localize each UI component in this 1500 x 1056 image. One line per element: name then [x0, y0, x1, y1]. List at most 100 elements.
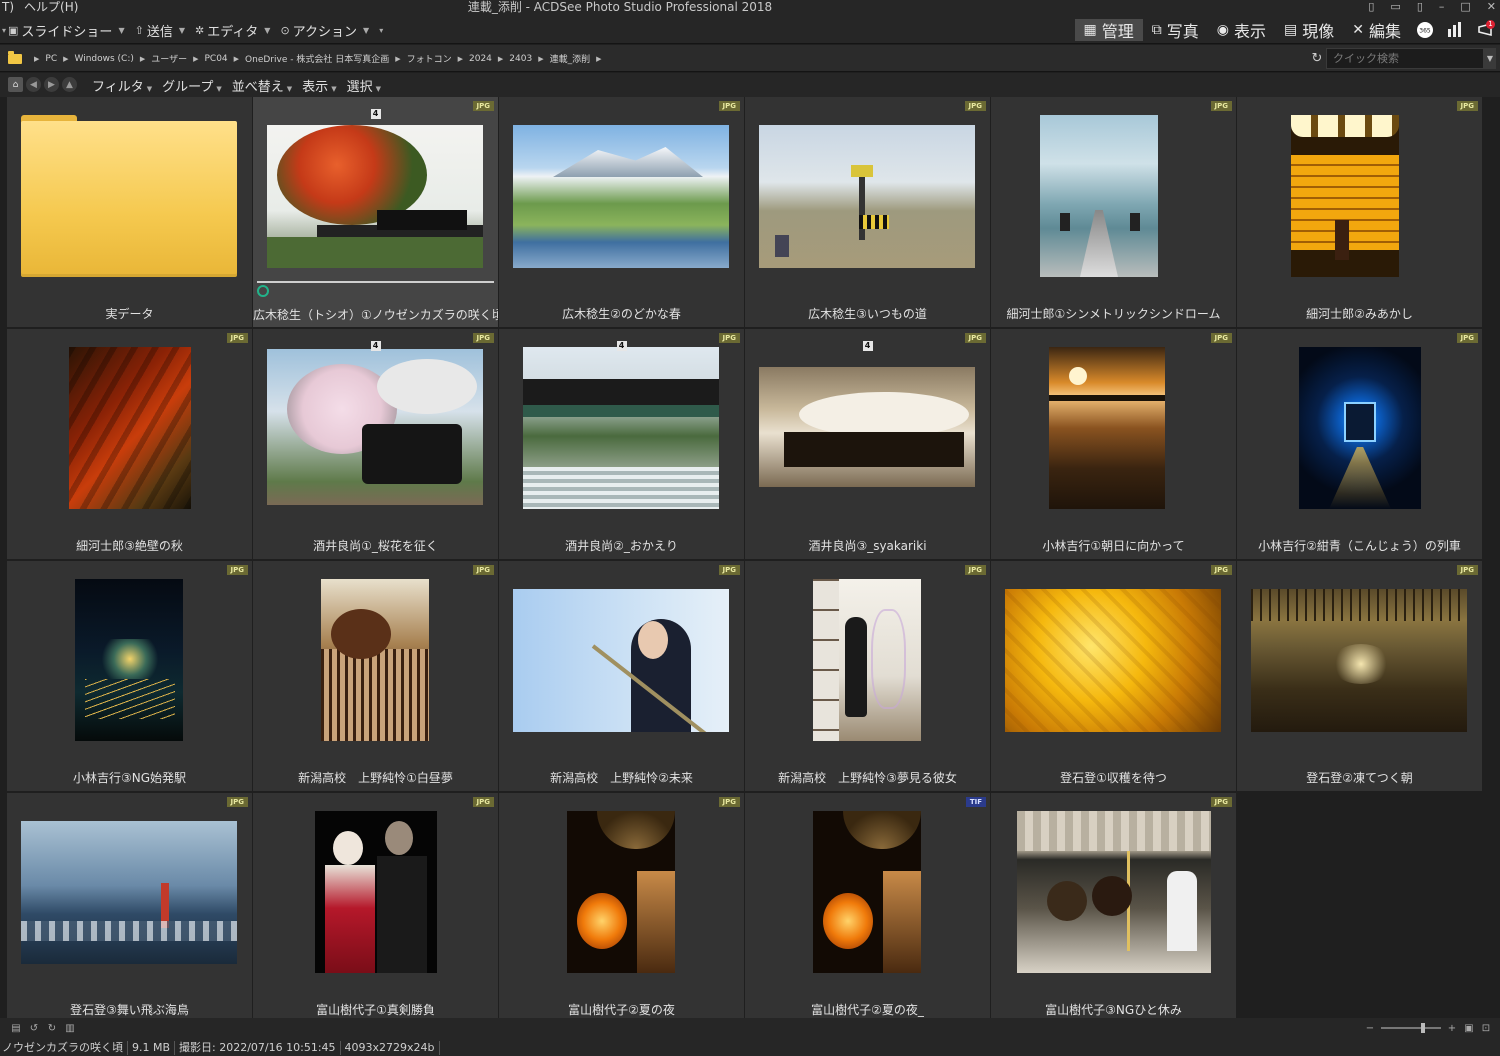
photo-thumbnail[interactable]: JPG 富山樹代子③NGひと休み: [991, 793, 1236, 1018]
breadcrumb-item[interactable]: フォトコン: [407, 52, 452, 65]
photo-thumbnail[interactable]: JPG 富山樹代子②夏の夜: [499, 793, 744, 1018]
photo-thumbnail[interactable]: JPG 登石登②凍てつく朝: [1237, 561, 1482, 791]
chevron-right-icon[interactable]: ▶: [63, 55, 68, 63]
rotate-right-icon[interactable]: ↻: [46, 1022, 58, 1034]
breadcrumb-item-current[interactable]: 連載_添削: [550, 52, 591, 65]
photo-thumbnail[interactable]: JPG 広木稔生②のどかな春: [499, 97, 744, 327]
breadcrumb-item[interactable]: Windows (C:): [75, 54, 134, 64]
photo-thumbnail[interactable]: JPG 細河士郎②みあかし: [1237, 97, 1482, 327]
mode-view-button[interactable]: ◉ 表示: [1208, 19, 1275, 41]
photo-thumbnail[interactable]: JPG 4 広木稔生（トシオ）①ノウゼンカズラの咲く頃: [253, 97, 498, 327]
sort-menu[interactable]: 並べ替え ▼: [232, 76, 292, 95]
filter-menu[interactable]: フィルタ ▼: [92, 76, 152, 95]
chevron-down-icon: ▼: [118, 25, 125, 35]
mode-manage-button[interactable]: ▦ 管理: [1074, 19, 1143, 41]
photo-thumbnail[interactable]: JPG 4 酒井良尚③_syakariki: [745, 329, 990, 559]
photo-thumbnail[interactable]: JPG 登石登③舞い飛ぶ海鳥: [7, 793, 252, 1018]
select-menu[interactable]: 選択 ▼: [347, 76, 381, 95]
chevron-right-icon[interactable]: ▶: [234, 55, 239, 63]
zoom-in-icon[interactable]: +: [1446, 1022, 1458, 1034]
file-type-badge: JPG: [226, 797, 248, 807]
chevron-right-icon[interactable]: ▶: [596, 55, 601, 63]
toolbar-more-caret[interactable]: ▾: [379, 26, 383, 35]
group-menu[interactable]: グループ ▼: [162, 76, 222, 95]
slideshow-button[interactable]: ▣ スライドショー ▼: [8, 21, 125, 40]
search-dropdown-button[interactable]: ▼: [1484, 48, 1496, 69]
thumbnail-size-slider[interactable]: [1381, 1023, 1441, 1033]
chevron-right-icon[interactable]: ▶: [395, 55, 400, 63]
photo-thumbnail[interactable]: JPG 小林吉行③NG始発駅: [7, 561, 252, 791]
develop-icon: ▤: [1284, 22, 1298, 38]
import-icon[interactable]: ▤: [10, 1022, 22, 1034]
layout-left-icon[interactable]: ▯: [1368, 0, 1374, 14]
chevron-right-icon[interactable]: ▶: [538, 55, 543, 63]
close-button[interactable]: ✕: [1487, 0, 1496, 14]
up-icon[interactable]: ▲: [62, 77, 77, 92]
breadcrumb-item[interactable]: 2403: [509, 54, 532, 64]
compare-icon[interactable]: ▥: [64, 1022, 76, 1034]
file-type-badge: JPG: [718, 101, 740, 111]
quick-search-input[interactable]: [1326, 48, 1484, 69]
forward-icon[interactable]: ▶: [44, 77, 59, 92]
chevron-right-icon[interactable]: ▶: [140, 55, 145, 63]
status-filesize: 9.1 MB: [128, 1041, 176, 1055]
maximize-button[interactable]: □: [1460, 0, 1470, 14]
thumbnail-label: 酒井良尚③_syakariki: [808, 539, 927, 553]
photo-thumbnail[interactable]: JPG 細河士郎①シンメトリックシンドローム: [991, 97, 1236, 327]
status-date: 撮影日: 2022/07/16 10:51:45: [175, 1041, 341, 1055]
photo-thumbnail[interactable]: JPG 新潟高校 上野純怜①白昼夢: [253, 561, 498, 791]
breadcrumb-item[interactable]: ユーザー: [151, 52, 187, 65]
refresh-icon[interactable]: ↻: [1308, 51, 1326, 66]
photo-thumbnail[interactable]: JPG 4 酒井良尚①_桜花を征く: [253, 329, 498, 559]
365-icon[interactable]: 365: [1415, 20, 1435, 40]
photo-thumbnail[interactable]: JPG 新潟高校 上野純怜③夢見る彼女: [745, 561, 990, 791]
zoom-out-icon[interactable]: −: [1364, 1022, 1376, 1034]
chevron-right-icon[interactable]: ▶: [458, 55, 463, 63]
back-icon[interactable]: ◀: [26, 77, 41, 92]
photo-thumbnail[interactable]: TIF 富山樹代子②夏の夜_: [745, 793, 990, 1018]
dashboard-icon[interactable]: [1445, 20, 1465, 40]
mode-edit-button[interactable]: ✕ 編集: [1343, 19, 1410, 41]
folder-thumbnail[interactable]: 実データ: [7, 97, 252, 327]
photo-thumbnail[interactable]: JPG 小林吉行①朝日に向かって: [991, 329, 1236, 559]
view-mode-icon[interactable]: ▣: [1463, 1022, 1475, 1034]
thumbnail-image: [1040, 115, 1158, 277]
home-icon[interactable]: ⌂: [8, 77, 23, 92]
mode-photos-button[interactable]: ⧉ 写真: [1143, 19, 1208, 41]
breadcrumb-item[interactable]: 2024: [469, 54, 492, 64]
layout-right-icon[interactable]: ▯: [1417, 0, 1423, 14]
minimize-button[interactable]: –: [1439, 0, 1445, 14]
breadcrumb-item[interactable]: PC04: [204, 54, 227, 64]
fullscreen-icon[interactable]: ⊡: [1480, 1022, 1492, 1034]
photo-thumbnail[interactable]: JPG 広木稔生③いつもの道: [745, 97, 990, 327]
editor-button[interactable]: ✲ エディタ ▼: [195, 21, 270, 40]
breadcrumb-item[interactable]: PC: [45, 54, 57, 64]
view-menu[interactable]: 表示 ▼: [302, 76, 336, 95]
rotate-left-icon[interactable]: ↺: [28, 1022, 40, 1034]
thumbnail-image: [513, 589, 729, 732]
breadcrumb: ▶ PC ▶ Windows (C:) ▶ ユーザー ▶ PC04 ▶ OneD…: [8, 45, 608, 72]
photo-thumbnail[interactable]: JPG 新潟高校 上野純怜②未来: [499, 561, 744, 791]
thumbnail-label: 新潟高校 上野純怜②未来: [550, 771, 693, 785]
chevron-right-icon[interactable]: ▶: [193, 55, 198, 63]
send-button[interactable]: ⇧ 送信 ▼: [135, 21, 185, 40]
chevron-right-icon[interactable]: ▶: [498, 55, 503, 63]
thumbnail-image: [1291, 115, 1399, 277]
photo-thumbnail[interactable]: JPG 富山樹代子①真剣勝負: [253, 793, 498, 1018]
slideshow-icon: ▣: [8, 23, 19, 37]
photo-thumbnail[interactable]: JPG 登石登①収穫を待つ: [991, 561, 1236, 791]
file-type-badge: JPG: [1210, 101, 1232, 111]
notifications-icon[interactable]: 1: [1475, 20, 1495, 40]
action-button[interactable]: ⊙ アクション ▼: [280, 21, 369, 40]
breadcrumb-item[interactable]: OneDrive - 株式会社 日本写真企画: [245, 52, 389, 65]
photo-thumbnail[interactable]: JPG 小林吉行②紺青（こんじょう）の列車: [1237, 329, 1482, 559]
slider-knob[interactable]: [1421, 1023, 1425, 1033]
thumbnail-label: 細河士郎①シンメトリックシンドローム: [1006, 307, 1221, 321]
photo-thumbnail[interactable]: JPG 細河士郎③絶壁の秋: [7, 329, 252, 559]
photo-thumbnail[interactable]: JPG 4 酒井良尚②_おかえり: [499, 329, 744, 559]
toolbar-overflow-caret[interactable]: ▾: [2, 26, 6, 35]
thumbnail-image: [523, 347, 719, 509]
mode-develop-button[interactable]: ▤ 現像: [1275, 19, 1343, 41]
chevron-down-icon: ▼: [331, 84, 337, 93]
layout-bottom-icon[interactable]: ▭: [1390, 0, 1400, 14]
